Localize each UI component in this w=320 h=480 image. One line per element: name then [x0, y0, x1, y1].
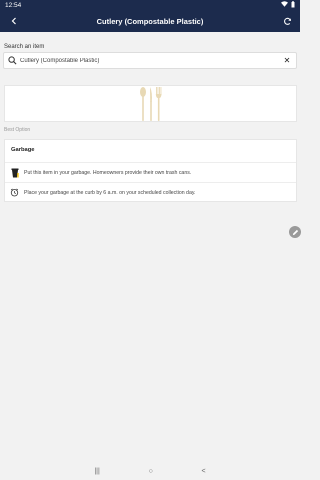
main-content: Search an item ✕ Best Option Garbage [0, 32, 301, 462]
clock-icon [10, 187, 19, 198]
system-nav-bar: ||| ○ < [0, 462, 300, 480]
best-option-label: Best Option [4, 127, 31, 133]
edit-pencil-icon[interactable] [289, 226, 301, 238]
battery-icon [291, 0, 295, 10]
info-row-garbage: Put this item in your garbage. Homeowner… [5, 162, 296, 182]
search-input[interactable] [20, 57, 282, 64]
status-bar: 12:54 [0, 0, 300, 10]
info-row-text: Put this item in your garbage. Homeowner… [24, 169, 192, 176]
back-arrow-icon[interactable] [8, 15, 20, 27]
system-back-button[interactable]: < [202, 468, 206, 475]
search-box[interactable]: ✕ [3, 52, 297, 69]
info-row-text: Place your garbage at the curb by 6 a.m.… [24, 189, 196, 196]
page-title: Cutlery (Compostable Plastic) [96, 16, 204, 26]
refresh-icon[interactable] [281, 15, 293, 27]
item-image-card [4, 85, 297, 122]
app-bar: Cutlery (Compostable Plastic) [0, 10, 300, 32]
disposal-info-card: Garbage Put this item in your garbage. H… [4, 139, 297, 202]
info-row-collection-time: Place your garbage at the curb by 6 a.m.… [5, 182, 296, 202]
status-time: 12:54 [5, 1, 22, 9]
home-button[interactable]: ○ [149, 468, 153, 475]
recents-button[interactable]: ||| [94, 468, 99, 475]
wifi-icon [281, 1, 288, 9]
clear-icon[interactable]: ✕ [282, 56, 292, 65]
disposal-category-title: Garbage [11, 147, 35, 153]
status-icons [281, 0, 295, 10]
garbage-bin-icon [10, 167, 19, 178]
cutlery-icon [139, 86, 162, 121]
search-label: Search an item [4, 44, 45, 50]
search-icon [8, 56, 17, 65]
